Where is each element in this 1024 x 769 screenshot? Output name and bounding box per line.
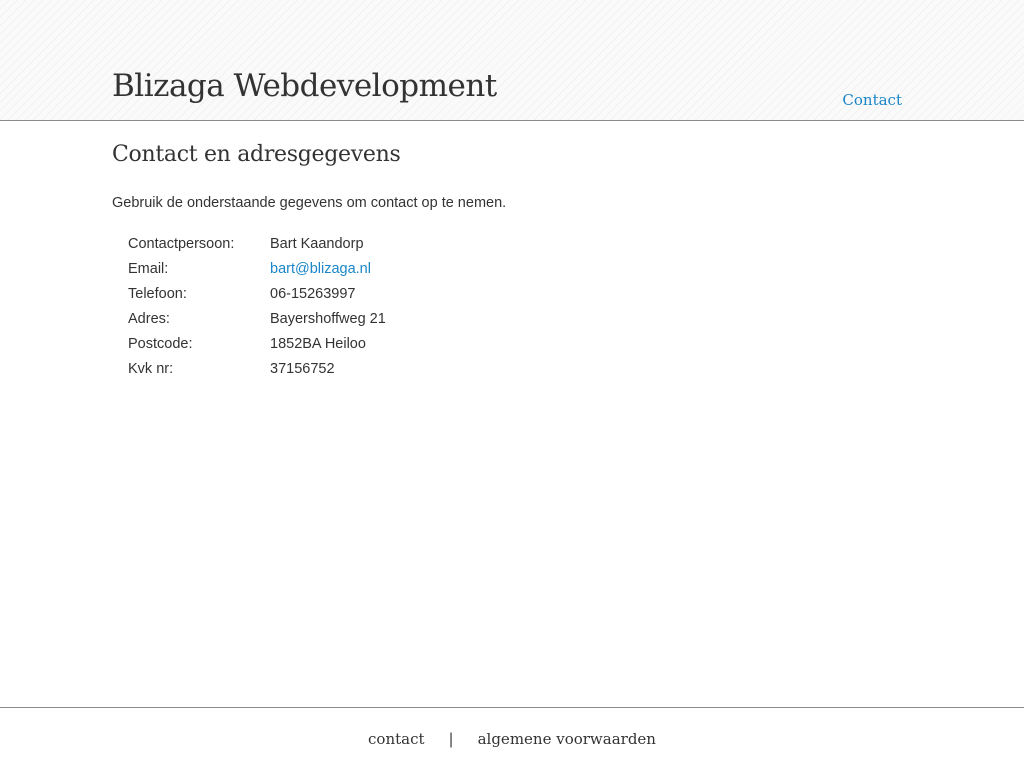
contact-row-person: Contactpersoon: Bart Kaandorp — [128, 231, 386, 256]
page-title: Contact en adresgegevens — [112, 142, 401, 167]
contact-row-kvk: Kvk nr: 37156752 — [128, 356, 386, 381]
nav-link-contact[interactable]: Contact — [842, 91, 902, 109]
contact-row-address: Adres: Bayershoffweg 21 — [128, 306, 386, 331]
footer-link-terms[interactable]: algemene voorwaarden — [478, 730, 656, 748]
phone-value: 06-15263997 — [270, 285, 356, 302]
email-label: Email: — [128, 260, 169, 277]
contact-row-email: Email: bart@blizaga.nl — [128, 256, 386, 281]
contact-row-phone: Telefoon: 06-15263997 — [128, 281, 386, 306]
phone-label: Telefoon: — [128, 285, 187, 302]
intro-text: Gebruik de onderstaande gegevens om cont… — [112, 195, 507, 211]
contact-details-table: Contactpersoon: Bart Kaandorp Email: bar… — [122, 231, 392, 381]
kvk-value: 37156752 — [270, 360, 335, 377]
site-title: Blizaga Webdevelopment — [112, 68, 497, 104]
footer-link-contact[interactable]: contact — [368, 730, 425, 748]
postcode-value: 1852BA Heiloo — [270, 335, 366, 352]
postcode-label: Postcode: — [128, 335, 193, 352]
footer-links: contact | algemene voorwaarden — [0, 730, 1024, 748]
contact-row-postcode: Postcode: 1852BA Heiloo — [128, 331, 386, 356]
footer-separator: | — [448, 730, 454, 748]
site-footer: contact | algemene voorwaarden — [0, 707, 1024, 769]
contact-person-value: Bart Kaandorp — [270, 235, 364, 252]
address-label: Adres: — [128, 310, 170, 327]
contact-person-label: Contactpersoon: — [128, 235, 235, 252]
email-cell: bart@blizaga.nl — [270, 256, 386, 281]
address-value: Bayershoffweg 21 — [270, 310, 386, 327]
site-header: Blizaga Webdevelopment Contact — [0, 0, 1024, 121]
kvk-label: Kvk nr: — [128, 360, 174, 377]
email-link[interactable]: bart@blizaga.nl — [270, 261, 371, 277]
